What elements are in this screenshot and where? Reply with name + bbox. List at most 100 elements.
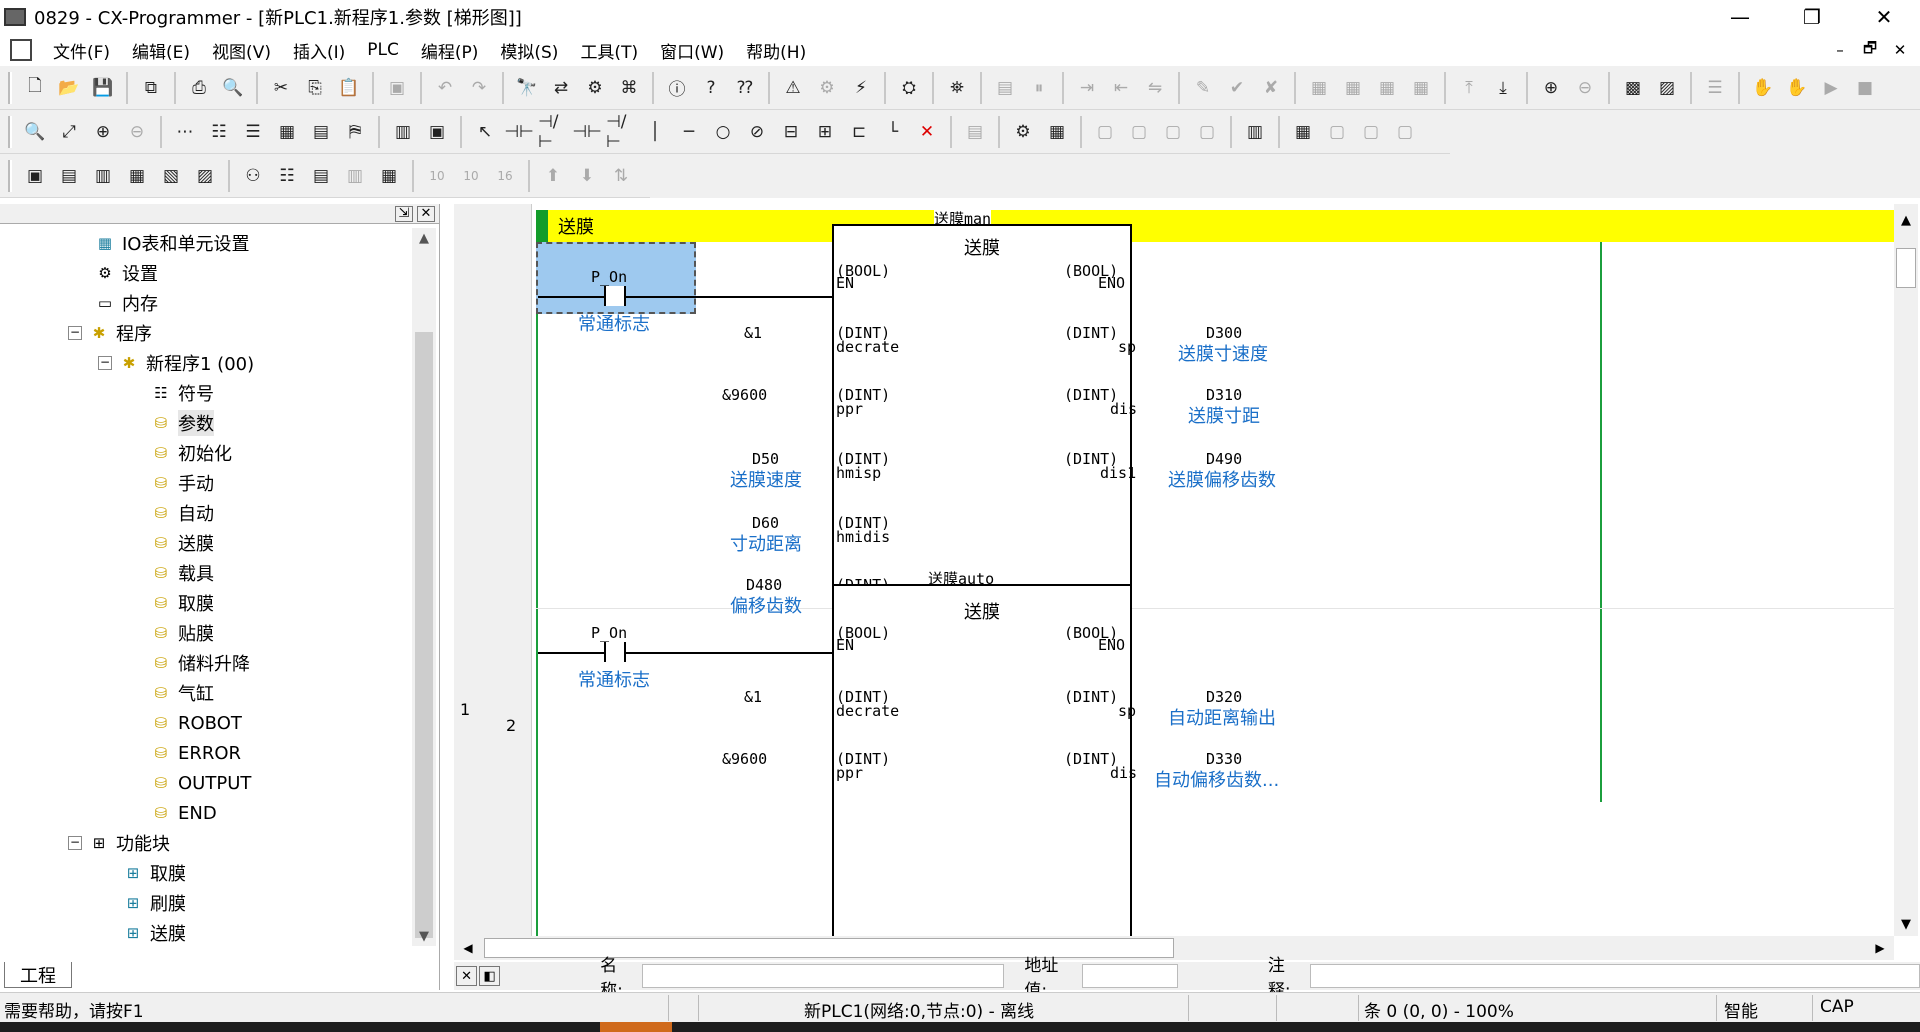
contact-nc-icon[interactable]: ⊣/⊢ bbox=[538, 112, 568, 152]
online-edit-icon[interactable]: ✎ bbox=[1188, 73, 1218, 103]
menu-plc[interactable]: PLC bbox=[356, 40, 410, 60]
scroll-thumb[interactable] bbox=[1896, 248, 1916, 288]
download-icon[interactable]: ⬇ bbox=[572, 161, 602, 191]
instruction-icon[interactable]: ⊟ bbox=[776, 117, 806, 147]
fb-parameter-icon[interactable]: ⊏ bbox=[844, 117, 874, 147]
ladder-view-icon[interactable]: ⚇ bbox=[238, 161, 268, 191]
simulator-icon[interactable]: ⛯ bbox=[942, 73, 972, 103]
io-comment-check-icon[interactable]: ▢ bbox=[1390, 117, 1420, 147]
help-icon[interactable]: ? bbox=[696, 73, 726, 103]
fb-check-icon[interactable]: ▢ bbox=[1158, 117, 1188, 147]
rung-icon[interactable]: ▦ bbox=[272, 117, 302, 147]
annotation-icon[interactable]: ▤ bbox=[306, 117, 336, 147]
watch-icon[interactable]: ⛿ bbox=[340, 117, 370, 147]
delete-icon[interactable]: ▣ bbox=[382, 73, 412, 103]
memory-view-icon[interactable]: ▥ bbox=[1240, 117, 1270, 147]
time-chart-icon[interactable]: ▨ bbox=[1652, 73, 1682, 103]
compare-icon[interactable]: ⧉ bbox=[136, 73, 166, 103]
contact-no[interactable] bbox=[604, 286, 626, 306]
menu-file[interactable]: 文件(F) bbox=[42, 38, 121, 63]
print-icon[interactable]: ⎙ bbox=[184, 73, 214, 103]
toolbar-grip[interactable] bbox=[8, 159, 12, 192]
signed-decimal-icon[interactable]: 10 bbox=[456, 161, 486, 191]
collapse-icon[interactable]: − bbox=[98, 356, 112, 370]
st-view-icon[interactable]: ▤ bbox=[306, 161, 336, 191]
tree-item-memory[interactable]: ▭ 内存 bbox=[94, 288, 158, 318]
undo-icon[interactable]: ↶ bbox=[430, 73, 460, 103]
tree-item-section-params[interactable]: ⛁ 参数 bbox=[150, 408, 214, 438]
print-preview-icon[interactable]: 🔍 bbox=[218, 73, 248, 103]
fb-edit-icon[interactable]: ▢ bbox=[1090, 117, 1120, 147]
mdi-close-button[interactable]: ✕ bbox=[1886, 38, 1914, 62]
open-icon[interactable]: 📂 bbox=[54, 73, 84, 103]
find-icon[interactable]: 🔭 bbox=[512, 73, 542, 103]
tree-item-section[interactable]: ⛁ 贴膜 bbox=[150, 618, 214, 648]
mdi-minimize-button[interactable]: – bbox=[1826, 38, 1854, 62]
zoom-fit-icon[interactable]: ⤢ bbox=[54, 117, 84, 147]
document-icon[interactable] bbox=[10, 39, 32, 61]
menu-view[interactable]: 视图(V) bbox=[201, 38, 282, 63]
data-trace-icon[interactable]: ▩ bbox=[1618, 73, 1648, 103]
compile-icon[interactable]: ▤ bbox=[960, 117, 990, 147]
program-check-icon[interactable]: ▦ bbox=[1042, 117, 1072, 147]
minimize-button[interactable]: — bbox=[1704, 0, 1776, 34]
watch-window-icon[interactable]: ▥ bbox=[88, 161, 118, 191]
force-off-icon[interactable]: ⤓ bbox=[1488, 73, 1518, 103]
reset-icon[interactable]: ⊖ bbox=[1570, 73, 1600, 103]
cut-icon[interactable]: ✂ bbox=[266, 73, 296, 103]
tree-item-symbols[interactable]: ☷ 符号 bbox=[150, 378, 214, 408]
menu-insert[interactable]: 插入(I) bbox=[282, 38, 356, 63]
grid-icon[interactable]: ⋯ bbox=[170, 117, 200, 147]
sync-icon[interactable]: ⇅ bbox=[606, 161, 636, 191]
tree-item-section[interactable]: ⛁ 初始化 bbox=[150, 438, 232, 468]
step-icon[interactable]: ☰ bbox=[1700, 73, 1730, 103]
tree-item-section[interactable]: ⛁ 载具 bbox=[150, 558, 214, 588]
info-expand-icon[interactable]: ◧ bbox=[479, 966, 501, 986]
tree-item-function-block[interactable]: ⊞ 取膜 bbox=[122, 858, 186, 888]
copy-icon[interactable]: ⎘ bbox=[300, 73, 330, 103]
online-icon[interactable]: ⚙ bbox=[812, 73, 842, 103]
vertical-line-icon[interactable]: │ bbox=[640, 117, 670, 147]
collapse-icon[interactable]: − bbox=[68, 836, 82, 850]
zoom-in-icon[interactable]: ⊕ bbox=[88, 117, 118, 147]
close-button[interactable]: ✕ bbox=[1848, 0, 1920, 34]
new-icon[interactable]: 🗋 bbox=[20, 73, 50, 103]
menu-simulate[interactable]: 模拟(S) bbox=[489, 38, 569, 63]
collapse-icon[interactable]: − bbox=[68, 326, 82, 340]
address-reference-icon[interactable]: ⚙ bbox=[580, 73, 610, 103]
pane-close-icon[interactable]: ✕ bbox=[417, 205, 435, 222]
tree-item-section[interactable]: ⛁ 自动 bbox=[150, 498, 214, 528]
sfc-view-icon[interactable]: ▥ bbox=[340, 161, 370, 191]
compile-all-icon[interactable]: ⚙ bbox=[1008, 117, 1038, 147]
fb-delete-icon[interactable]: ▢ bbox=[1124, 117, 1154, 147]
list-icon[interactable]: ☰ bbox=[238, 117, 268, 147]
online-edit-send-icon[interactable]: ✔ bbox=[1222, 73, 1252, 103]
step-out-icon[interactable]: ✋ bbox=[1782, 73, 1812, 103]
comment-field[interactable] bbox=[1309, 964, 1920, 988]
section-comment-bar[interactable]: 送膜 bbox=[536, 210, 1894, 242]
scroll-up-icon[interactable]: ▲ bbox=[412, 228, 436, 248]
tree-item-section[interactable]: ⛁ ROBOT bbox=[150, 708, 242, 738]
tree-item-function-block[interactable]: ⊞ 刷膜 bbox=[122, 888, 186, 918]
mnemonic-view-icon[interactable]: ☷ bbox=[272, 161, 302, 191]
tree-item-settings[interactable]: ⚙ 设置 bbox=[94, 258, 158, 288]
address-window-icon[interactable]: ▦ bbox=[122, 161, 152, 191]
scroll-left-icon[interactable]: ◀ bbox=[456, 936, 480, 960]
scroll-up-icon[interactable]: ▲ bbox=[1894, 208, 1918, 232]
tree-item-program-1[interactable]: − ✱ 新程序1 (00) bbox=[98, 348, 254, 378]
step-in-icon[interactable]: ✋ bbox=[1748, 73, 1778, 103]
upload-icon[interactable]: ⬆ bbox=[538, 161, 568, 191]
tree-item-section[interactable]: ⛁ 手动 bbox=[150, 468, 214, 498]
horizontal-line-icon[interactable]: ─ bbox=[674, 117, 704, 147]
monitor-icon[interactable]: ▦ bbox=[1304, 73, 1334, 103]
stop-icon[interactable]: ■ bbox=[1850, 73, 1880, 103]
program-mode-icon[interactable]: ▤ bbox=[990, 73, 1020, 103]
info-close-icon[interactable]: ✕ bbox=[456, 966, 478, 986]
tree-item-io-table[interactable]: ▦ IO表和单元设置 bbox=[94, 228, 250, 258]
run-icon[interactable]: ▶ bbox=[1816, 73, 1846, 103]
redo-icon[interactable]: ↷ bbox=[464, 73, 494, 103]
section-window-icon[interactable]: ▨ bbox=[190, 161, 220, 191]
auto-online-icon[interactable]: ⚡ bbox=[846, 73, 876, 103]
tab-project[interactable]: 工程 bbox=[4, 962, 72, 988]
compare-plc-icon[interactable]: ⇋ bbox=[1140, 73, 1170, 103]
